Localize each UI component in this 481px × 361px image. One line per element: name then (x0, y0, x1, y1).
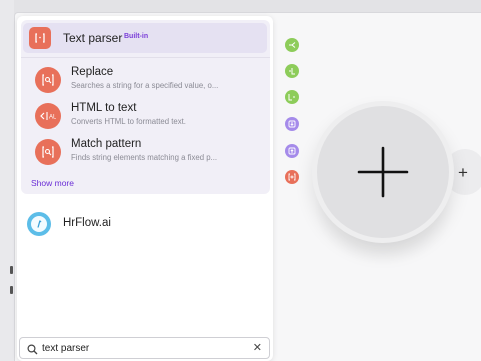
module-title: HTML to text (71, 102, 137, 114)
module-picker-panel: Text parser Built-in Replace Searches a … (17, 16, 273, 361)
search-icon (27, 342, 38, 360)
module-description: Converts HTML to formatted text. (71, 117, 186, 126)
text-parser-icon[interactable] (285, 170, 299, 184)
download-icon[interactable] (285, 117, 299, 131)
divider (21, 57, 270, 58)
svg-text:AL: AL (49, 115, 56, 121)
app-item-hrflow[interactable]: HrFlow.ai (27, 212, 257, 240)
iterator-icon[interactable] (285, 64, 299, 78)
clear-icon[interactable]: ✕ (253, 341, 262, 354)
hrflow-icon (27, 212, 51, 236)
show-more-link[interactable]: Show more (31, 178, 74, 188)
upload-icon[interactable] (285, 144, 299, 158)
edge-marker (10, 286, 13, 294)
app-header[interactable]: Text parser Built-in (23, 23, 267, 53)
edge-marker (10, 266, 13, 274)
match-pattern-icon (35, 139, 61, 165)
aggregator-icon[interactable] (285, 90, 299, 104)
plus-icon (357, 146, 409, 198)
add-module-button[interactable] (312, 101, 454, 243)
search-box[interactable]: text parser ✕ (19, 337, 270, 359)
module-description: Searches a string for a specified value,… (71, 81, 219, 90)
app-title: Text parser (63, 31, 123, 45)
module-item-html-to-text[interactable]: AL HTML to text Converts HTML to formatt… (33, 101, 269, 133)
module-item-match-pattern[interactable]: Match pattern Finds string elements matc… (33, 137, 269, 169)
router-icon[interactable] (285, 38, 299, 52)
module-description: Finds string elements matching a fixed p… (71, 153, 218, 162)
module-title: Match pattern (71, 138, 142, 150)
module-item-replace[interactable]: Replace Searches a string for a specifie… (33, 65, 269, 97)
text-parser-icon (29, 27, 51, 49)
html-to-text-icon: AL (35, 103, 61, 129)
plus-icon: + (458, 162, 468, 182)
built-in-badge: Built-in (124, 33, 149, 40)
replace-icon (35, 67, 61, 93)
module-title: Replace (71, 66, 114, 78)
search-input[interactable]: text parser (42, 343, 89, 354)
app-label: HrFlow.ai (63, 217, 111, 229)
app-group: Text parser Built-in Replace Searches a … (21, 20, 270, 194)
left-edge (0, 0, 14, 361)
